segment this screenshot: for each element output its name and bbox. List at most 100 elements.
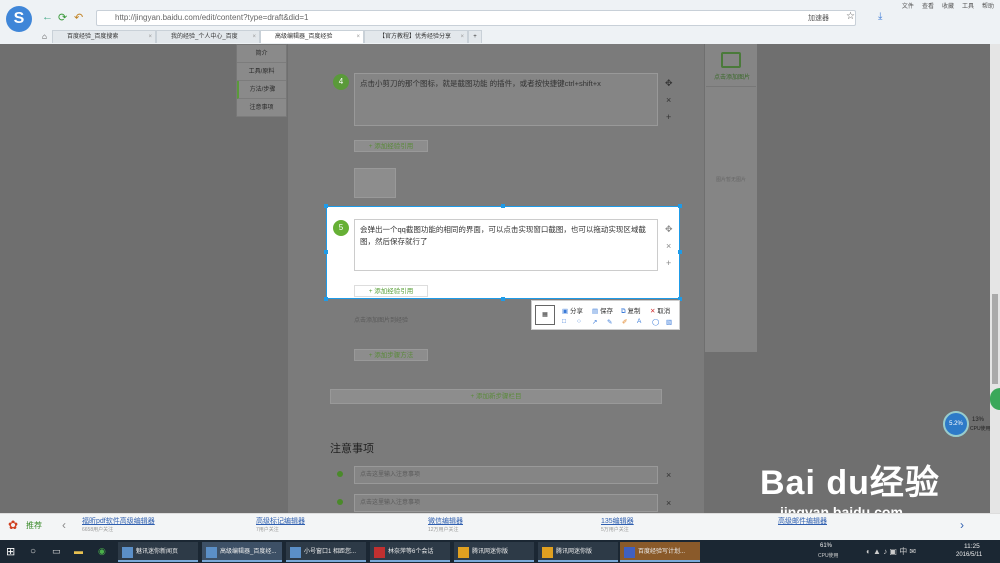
step-text-input[interactable]: 会弹出一个qq截图功能的相同的界面，可以点击实现窗口截图，也可以拖动实现区域截图… <box>354 219 658 271</box>
add-reference-button[interactable]: + 添加经验引用 <box>354 285 428 297</box>
menu-tools[interactable]: 工具 <box>962 1 974 10</box>
taskbar-item[interactable]: 高级编辑器_百度经... <box>202 542 282 562</box>
nav-tools[interactable]: 工具/原料 <box>237 63 286 81</box>
account-label[interactable]: 加速器 <box>808 13 829 23</box>
resize-handle[interactable] <box>501 204 505 208</box>
menu-bar: 文件 查看 收藏 工具 帮助 <box>902 1 994 10</box>
resize-handle[interactable] <box>501 297 505 301</box>
step-text-input[interactable]: 点击小剪刀的那个图标，就是截图功能 的插件，或者按快捷键ctrl+shift+x <box>354 73 658 126</box>
task-view-icon[interactable]: ▭ <box>52 546 61 557</box>
resize-handle[interactable] <box>324 204 328 208</box>
recommend-item[interactable]: 135编辑器 5万用户关注 <box>601 516 634 533</box>
copy-button[interactable]: ⧉ 复制 <box>621 305 640 316</box>
rect-tool-icon[interactable]: □ <box>562 318 566 325</box>
delete-icon[interactable]: × <box>666 95 671 105</box>
recommend-label: 推荐 <box>26 521 42 530</box>
image-panel <box>705 44 757 352</box>
clock-date[interactable]: 2016/5/11 <box>956 552 982 558</box>
note-input[interactable]: 点击这里输入注意事项 <box>354 466 658 484</box>
taskbar-item[interactable]: 腾讯网迷你版 <box>538 542 618 562</box>
add-image-label[interactable]: 点击添加图片 <box>710 72 754 81</box>
note-input[interactable]: 点击这里输入注意事项 <box>354 494 658 512</box>
taskbar-item[interactable]: 林奈萍等6个会话 <box>370 542 450 562</box>
delete-icon[interactable]: × <box>666 470 671 480</box>
add-icon[interactable]: + <box>666 258 671 268</box>
download-icon[interactable]: ⤓ <box>878 11 882 22</box>
no-image-label: 图片暂无图片 <box>715 177 746 183</box>
recommend-item[interactable]: 微信编辑器 12万用户关注 <box>428 516 463 533</box>
image-icon[interactable] <box>721 52 741 68</box>
url-input[interactable]: http://jingyan.baidu.com/edit/content?ty… <box>96 10 856 26</box>
recommend-logo-icon: ✿ <box>8 518 19 532</box>
step-number: 5 <box>333 220 349 236</box>
folder-icon[interactable]: ▬ <box>74 546 83 556</box>
start-icon[interactable]: ⊞ <box>6 545 15 558</box>
cancel-button[interactable]: ✕ 取消 <box>650 305 670 315</box>
resize-handle[interactable] <box>678 250 682 254</box>
share-button[interactable]: ▣ 分享 <box>562 305 583 315</box>
add-section-button[interactable]: + 添加新步骤栏目 <box>330 389 662 404</box>
cpu-value: 61% <box>820 543 833 549</box>
home-icon[interactable]: ⌂ <box>42 32 47 41</box>
tab-3[interactable]: 【官方教程】优秀经验分享 × <box>364 30 468 43</box>
recommend-item[interactable]: 福昕pdf软件高级编辑器 6658用户关注 <box>82 516 155 533</box>
menu-view[interactable]: 查看 <box>922 1 934 10</box>
nav-intro[interactable]: 简介 <box>237 45 286 63</box>
undo-icon[interactable]: ↶ <box>74 11 83 24</box>
recommend-item[interactable]: 高级标记编辑器 7用户关注 <box>256 516 305 533</box>
tray-icons[interactable]: ◐ ▲ ♪ ▣ 中 ✉ <box>866 546 916 557</box>
cpu-gauge[interactable]: 5.2% <box>943 411 969 437</box>
resize-handle[interactable] <box>324 250 328 254</box>
pen-tool-icon[interactable]: ✎ <box>607 318 612 326</box>
menu-file[interactable]: 文件 <box>902 1 914 10</box>
taskbar-item[interactable]: 魅讯迷你新闻页 <box>118 542 198 562</box>
nav-notes[interactable]: 注意事项 <box>237 99 286 117</box>
text-tool-icon[interactable]: A <box>637 318 641 325</box>
app-icon[interactable]: ◉ <box>98 546 106 557</box>
ellipse-tool-icon[interactable]: ○ <box>577 318 581 325</box>
qrcode-icon[interactable]: ▦ <box>535 305 555 325</box>
tab-strip: 百度经验_百度搜索 × 我的经验_个人中心_百度 × 高级编辑器_百度经验 × 【官方… <box>52 30 482 43</box>
refresh-icon[interactable]: ⟳ <box>58 11 67 24</box>
clock-time[interactable]: 11:25 <box>964 543 980 550</box>
taskbar-item[interactable]: 腾讯网迷你版 <box>454 542 534 562</box>
gauge-label: CPU使用 <box>970 426 991 432</box>
arrow-tool-icon[interactable]: ↗ <box>592 318 597 326</box>
tab-1[interactable]: 我的经验_个人中心_百度 × <box>156 30 260 43</box>
browser-logo-icon[interactable]: S <box>6 6 32 32</box>
move-icon[interactable]: ✥ <box>665 78 673 89</box>
add-method-button[interactable]: + 添加步骤方法 <box>354 349 428 361</box>
recommend-item[interactable]: 高级邮件编辑器 <box>778 516 827 526</box>
cpu-label: CPU使用 <box>818 553 839 559</box>
tab-2[interactable]: 高级编辑器_百度经验 × <box>260 30 364 43</box>
taskbar-item[interactable]: 百度经验写计划... <box>620 542 700 562</box>
tab-0[interactable]: 百度经验_百度搜索 × <box>52 30 156 43</box>
resize-handle[interactable] <box>324 297 328 301</box>
taskbar-item[interactable]: 小号窗口1 相距您... <box>286 542 366 562</box>
marker-tool-icon[interactable]: ✐ <box>622 318 627 326</box>
delete-icon[interactable]: × <box>666 241 671 251</box>
add-reference-button[interactable]: + 添加经验引用 <box>354 140 428 152</box>
menu-help[interactable]: 帮助 <box>982 1 994 10</box>
add-icon[interactable]: + <box>666 112 671 122</box>
save-button[interactable]: ▤ 保存 <box>592 305 613 315</box>
nav-steps[interactable]: 方法/步骤 <box>237 81 286 99</box>
hint-text: 点击添加图片到经验 <box>354 318 409 324</box>
back-icon[interactable]: ← <box>42 11 53 23</box>
bubble-tool-icon[interactable]: ◯ <box>652 318 659 326</box>
new-tab-button[interactable]: + <box>468 30 482 43</box>
baidu-watermark: Bai du经验 jingyan.baidu.com <box>760 464 940 520</box>
menu-favorites[interactable]: 收藏 <box>942 1 954 10</box>
search-icon[interactable]: ○ <box>30 546 36 557</box>
resize-handle[interactable] <box>678 204 682 208</box>
prev-arrow-icon[interactable]: ‹ <box>62 518 66 532</box>
delete-icon[interactable]: × <box>666 498 671 508</box>
mosaic-tool-icon[interactable]: ▧ <box>666 318 672 326</box>
bullet <box>337 471 343 477</box>
gauge-pct: 13% <box>972 417 985 423</box>
next-arrow-icon[interactable]: › <box>960 518 964 532</box>
step-image[interactable] <box>354 168 396 198</box>
scrollbar[interactable] <box>990 44 1000 513</box>
favorites-star-icon[interactable]: ☆ <box>846 11 855 22</box>
move-icon[interactable]: ✥ <box>665 224 673 235</box>
